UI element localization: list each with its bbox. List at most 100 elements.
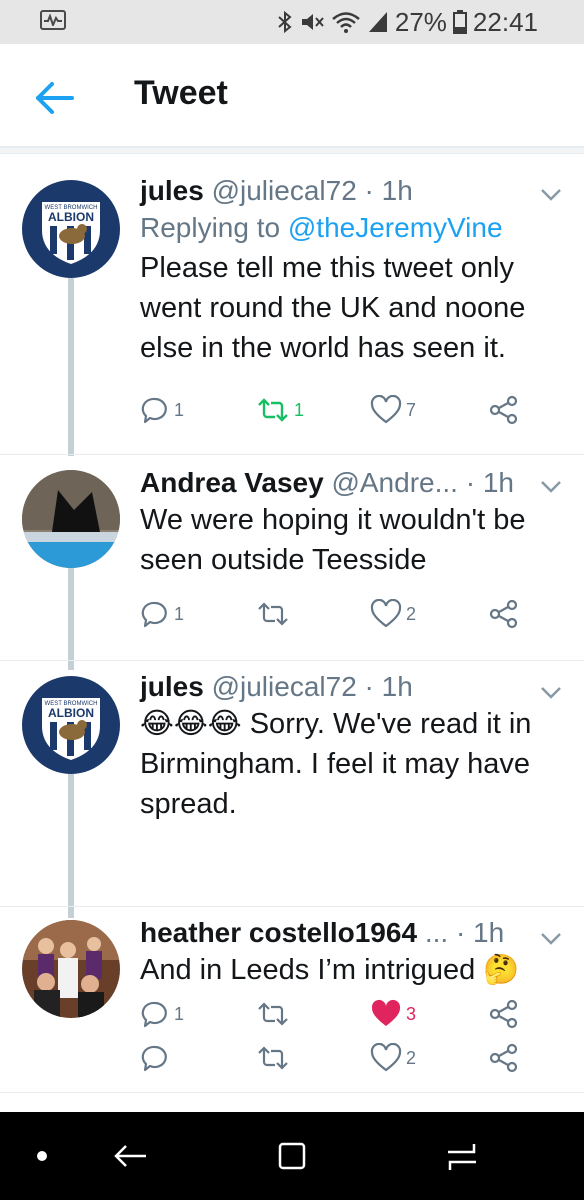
- tweet-actions: 2: [140, 1040, 560, 1076]
- retweet-button[interactable]: [256, 996, 294, 1032]
- recent-apps-icon[interactable]: [440, 1134, 484, 1178]
- tweet-text: And in Leeds I’m intrigued 🤔: [140, 950, 560, 990]
- heart-outline-icon: [370, 599, 402, 628]
- header-divider: [0, 148, 584, 154]
- avatar[interactable]: WEST BROMWICH ALBION: [22, 180, 120, 278]
- tweet-divider: [0, 660, 584, 661]
- chevron-down-icon[interactable]: [540, 188, 562, 202]
- tweet-author-handle[interactable]: ...: [425, 917, 448, 948]
- retweet-button[interactable]: [256, 1040, 294, 1076]
- share-icon: [489, 1043, 518, 1073]
- reply-icon: [141, 1001, 167, 1028]
- cat-photo-avatar: [22, 470, 120, 568]
- reply-count: 1: [174, 399, 185, 420]
- thread-connector: [68, 766, 74, 918]
- status-bar: 27% 22:41: [0, 0, 584, 44]
- club-crest-avatar: WEST BROMWICH ALBION: [22, 180, 120, 278]
- tweet-author-handle[interactable]: @juliecal72: [212, 175, 357, 206]
- like-button[interactable]: 2: [370, 596, 416, 632]
- retweet-button[interactable]: [256, 596, 294, 632]
- back-nav-icon[interactable]: [108, 1134, 152, 1178]
- mention-link[interactable]: @theJeremyVine: [288, 212, 503, 243]
- mute-icon: [301, 14, 324, 30]
- share-button[interactable]: [488, 596, 520, 632]
- avatar[interactable]: [22, 470, 120, 568]
- home-nav-icon[interactable]: [270, 1134, 314, 1178]
- tweet-text-body: And in Leeds I’m intrigued: [140, 954, 476, 986]
- share-button[interactable]: [488, 996, 520, 1032]
- retweet-icon: [258, 1046, 288, 1070]
- like-button[interactable]: 3: [370, 996, 416, 1032]
- reply-button[interactable]: [140, 1040, 174, 1076]
- arrow-left-icon: [36, 82, 74, 114]
- avatar[interactable]: [22, 920, 120, 1018]
- reply-button[interactable]: 1: [140, 596, 184, 632]
- tweet-author-handle[interactable]: @Andre...: [331, 467, 457, 498]
- share-icon: [489, 999, 518, 1029]
- replying-to: Replying to @theJeremyVine: [140, 208, 560, 248]
- like-count: 2: [406, 603, 417, 624]
- bluetooth-icon: [278, 10, 292, 34]
- heart-outline-icon: [370, 395, 402, 424]
- wifi-icon: [332, 12, 360, 33]
- retweet-icon: [258, 602, 288, 626]
- battery-percent: 27%: [394, 6, 447, 37]
- thread-connector: [68, 568, 74, 670]
- avatar-crest-main: ALBION: [48, 706, 94, 720]
- system-nav-bar: [0, 1112, 584, 1200]
- tweet-divider: [0, 454, 584, 455]
- retweet-count: 1: [294, 399, 305, 420]
- back-button[interactable]: [30, 74, 80, 122]
- retweet-icon: [258, 398, 288, 422]
- heart-filled-icon: [371, 999, 401, 1026]
- reply-icon: [141, 601, 167, 628]
- replying-to-label: Replying to: [140, 212, 281, 243]
- tweet-divider: [0, 1092, 584, 1093]
- chevron-down-icon[interactable]: [540, 686, 562, 700]
- tweet-author-name[interactable]: jules: [140, 671, 204, 702]
- like-button[interactable]: 2: [370, 1040, 416, 1076]
- tweet-author-name[interactable]: Andrea Vasey: [140, 467, 324, 498]
- tweet-header: Andrea Vasey @Andre... · 1h: [140, 467, 514, 498]
- tweet-actions: 1 1 7: [140, 392, 560, 428]
- like-button[interactable]: 7: [370, 392, 416, 428]
- battery-icon: [452, 10, 467, 34]
- retweet-button[interactable]: 1: [256, 392, 304, 428]
- share-icon: [489, 599, 518, 629]
- thread-connector: [68, 278, 74, 456]
- reply-button[interactable]: 1: [140, 996, 184, 1032]
- tweet-author-name[interactable]: jules: [140, 175, 204, 206]
- tweet-divider: [0, 906, 584, 907]
- app-header: Tweet: [0, 44, 584, 148]
- thinking-emoji: 🤔: [483, 954, 520, 986]
- signal-icon: [368, 12, 387, 32]
- laughing-emoji: 😂😂😂: [140, 708, 242, 740]
- heart-outline-icon: [370, 1043, 402, 1072]
- avatar[interactable]: WEST BROMWICH ALBION: [22, 676, 120, 774]
- nav-dot-icon[interactable]: [20, 1134, 64, 1178]
- reply-count: 1: [174, 1003, 185, 1024]
- share-icon: [489, 395, 518, 425]
- status-time: 22:41: [472, 6, 538, 37]
- chevron-down-icon[interactable]: [540, 480, 562, 494]
- share-button[interactable]: [488, 392, 520, 428]
- tweet-time: 1h: [482, 467, 514, 498]
- tweet-actions: 1 2: [140, 596, 560, 632]
- tweet-actions: 1 3: [140, 996, 560, 1032]
- tweet-author-name[interactable]: heather costello1964: [140, 917, 417, 948]
- share-button[interactable]: [488, 1040, 520, 1076]
- tweet-author-handle[interactable]: @juliecal72: [212, 671, 357, 702]
- like-count: 3: [406, 1003, 417, 1024]
- tweet-time: 1h: [473, 917, 505, 948]
- reply-button[interactable]: 1: [140, 392, 184, 428]
- chevron-down-icon[interactable]: [540, 932, 562, 946]
- club-crest-avatar: WEST BROMWICH ALBION: [22, 676, 120, 774]
- tweet-header: heather costello1964 ... · 1h: [140, 917, 505, 948]
- like-count: 2: [406, 1047, 417, 1068]
- reply-icon: [141, 1045, 167, 1072]
- tweet-header: jules @juliecal72 · 1h: [140, 671, 413, 702]
- reply-count: 1: [174, 603, 185, 624]
- group-photo-avatar: [22, 920, 120, 1018]
- tweet-text: 😂😂😂 Sorry. We've read it in Birmingham. …: [140, 704, 560, 824]
- tweet-time: 1h: [381, 671, 413, 702]
